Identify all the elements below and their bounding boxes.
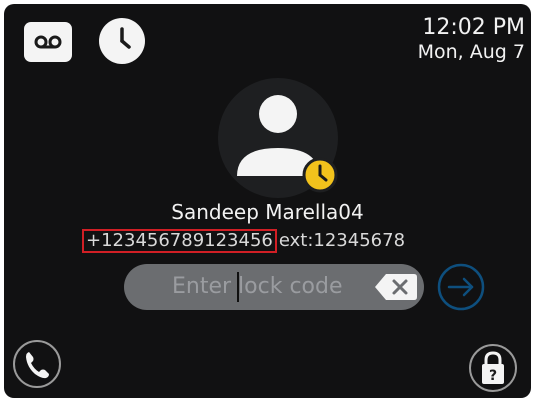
voicemail-icon[interactable] bbox=[24, 22, 72, 62]
clock-icon[interactable] bbox=[99, 18, 145, 64]
clock-display: 12:02 PM Mon, Aug 7 bbox=[418, 16, 525, 64]
person-icon bbox=[237, 95, 338, 193]
lock-button[interactable]: ? bbox=[468, 343, 518, 393]
lock-screen: 12:02 PM Mon, Aug 7 Sandeep Marella04 +1… bbox=[4, 4, 531, 398]
phone-icon bbox=[13, 340, 61, 388]
avatar bbox=[218, 78, 338, 198]
backspace-icon bbox=[375, 274, 417, 300]
current-date: Mon, Aug 7 bbox=[417, 41, 525, 63]
caller-name: Sandeep Marella04 bbox=[171, 200, 364, 224]
lock-code-input[interactable]: Enter lock code bbox=[124, 264, 424, 310]
text-cursor bbox=[237, 272, 239, 302]
caller-number-line: +123456789123456 ext:12345678 bbox=[82, 229, 405, 253]
backspace-button[interactable] bbox=[374, 273, 418, 301]
padlock-question-icon: ? bbox=[469, 344, 517, 392]
extension: ext:12345678 bbox=[278, 230, 406, 251]
call-button[interactable] bbox=[12, 339, 62, 389]
submit-button[interactable] bbox=[436, 262, 486, 312]
phone-number: +123456789123456 bbox=[82, 229, 277, 253]
current-time: 12:02 PM bbox=[422, 15, 525, 40]
lock-code-placeholder: Enter lock code bbox=[172, 274, 343, 299]
svg-text:?: ? bbox=[489, 368, 497, 384]
arrow-right-icon bbox=[437, 263, 485, 311]
